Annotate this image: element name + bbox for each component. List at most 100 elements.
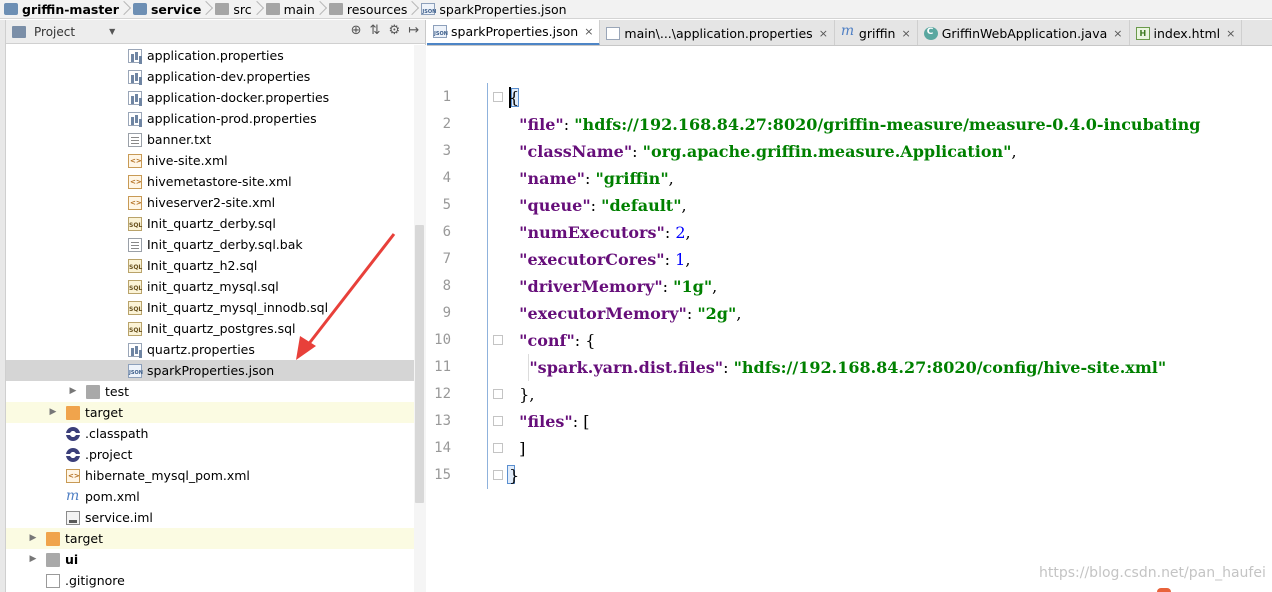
tree-item[interactable]: application-prod.properties	[6, 108, 414, 129]
red-decoration	[1157, 588, 1171, 592]
tree-item[interactable]: application-dev.properties	[6, 66, 414, 87]
close-icon[interactable]: ×	[584, 25, 593, 38]
tree-item[interactable]: application.properties	[6, 45, 414, 66]
tree-item[interactable]: hive-site.xml	[6, 150, 414, 171]
hide-icon[interactable]: ↦	[408, 23, 419, 38]
code-line[interactable]: },	[509, 381, 534, 408]
breadcrumb-item[interactable]: sparkProperties.json	[417, 0, 569, 18]
fold-marker-icon[interactable]	[493, 335, 503, 345]
code-line[interactable]: "file": "hdfs://192.168.84.27:8020/griff…	[509, 111, 1200, 138]
project-scrollbar-thumb[interactable]	[415, 225, 424, 503]
tree-item[interactable]: sparkProperties.json	[6, 360, 414, 381]
chevron-right-icon[interactable]: ▶	[48, 402, 58, 423]
gear-icon[interactable]: ⚙	[388, 23, 400, 38]
locate-icon[interactable]: ⊕	[351, 23, 362, 38]
line-number: 12	[434, 386, 451, 402]
tree-item-label: hibernate_mysql_pom.xml	[85, 468, 250, 483]
chevron-right-icon[interactable]: ▶	[68, 381, 78, 402]
tree-item[interactable]: .project	[6, 444, 414, 465]
code-line[interactable]: "conf": {	[509, 327, 595, 354]
fold-marker-icon[interactable]	[493, 416, 503, 426]
code-line[interactable]: {	[509, 84, 519, 111]
breadcrumb-item[interactable]: resources	[325, 0, 411, 18]
breadcrumb-item[interactable]: src	[211, 0, 254, 18]
tree-item-label: pom.xml	[85, 489, 140, 504]
line-number: 11	[434, 359, 451, 375]
fold-marker-icon[interactable]	[493, 92, 503, 102]
editor-tab[interactable]: index.html ×	[1129, 20, 1243, 45]
tree-item-label: init_quartz_mysql.sql	[147, 279, 279, 294]
code-token: "hdfs://192.168.84.27:8020/griffin-measu…	[574, 115, 1201, 134]
eclipse-icon	[66, 427, 80, 441]
tree-item-label: ui	[65, 552, 79, 567]
code-token: :	[664, 250, 676, 269]
tree-item-label: target	[65, 531, 104, 546]
code-line[interactable]: }	[509, 462, 519, 489]
tree-item[interactable]: banner.txt	[6, 129, 414, 150]
breadcrumb-item[interactable]: main	[262, 0, 318, 18]
code-token: "className"	[519, 142, 633, 161]
close-icon[interactable]: ×	[1113, 27, 1122, 40]
tree-item[interactable]: .gitignore	[6, 570, 414, 591]
sql-file-icon	[128, 259, 142, 273]
tree-item[interactable]: ▶ ui	[6, 549, 414, 570]
project-panel-header[interactable]: Project ▼ ⊕ ⇅ ⚙ ↦	[6, 20, 425, 44]
tree-item[interactable]: application-docker.properties	[6, 87, 414, 108]
line-number: 2	[442, 116, 451, 132]
tree-item-label: application-dev.properties	[147, 69, 311, 84]
code-line[interactable]: "executorCores": 1,	[509, 246, 690, 273]
chevron-right-icon[interactable]: ▶	[28, 549, 38, 570]
code-line[interactable]: "spark.yarn.dist.files": "hdfs://192.168…	[509, 354, 1166, 381]
tree-item[interactable]: ▶ test	[6, 381, 414, 402]
code-line[interactable]: "name": "griffin",	[509, 165, 674, 192]
close-icon[interactable]: ×	[819, 27, 828, 40]
editor-tab[interactable]: main\...\application.properties ×	[600, 20, 835, 45]
collapse-icon[interactable]: ⇅	[370, 23, 381, 38]
tree-item[interactable]: hiveserver2-site.xml	[6, 192, 414, 213]
editor-tab[interactable]: griffin ×	[834, 20, 918, 45]
close-icon[interactable]: ×	[901, 27, 910, 40]
tree-item-label: Init_quartz_h2.sql	[147, 258, 258, 273]
code-line[interactable]: "driverMemory": "1g",	[509, 273, 717, 300]
breadcrumb-item[interactable]: griffin-master	[0, 0, 122, 18]
breadcrumb-item[interactable]: service	[129, 0, 204, 18]
code-line[interactable]: "files": [	[509, 408, 589, 435]
tree-item[interactable]: ▶ target	[6, 528, 414, 549]
fold-marker-icon[interactable]	[493, 470, 503, 480]
fold-marker-icon[interactable]	[493, 443, 503, 453]
chevron-right-icon[interactable]: ▶	[28, 528, 38, 549]
code-line[interactable]: "numExecutors": 2,	[509, 219, 690, 246]
tree-item[interactable]: pom.xml	[6, 486, 414, 507]
code-line[interactable]: "queue": "default",	[509, 192, 686, 219]
tree-item-label: application-prod.properties	[147, 111, 317, 126]
breadcrumb-label: resources	[346, 1, 408, 17]
tree-item[interactable]: service.iml	[6, 507, 414, 528]
tree-item[interactable]: hivemetastore-site.xml	[6, 171, 414, 192]
folder-icon	[46, 553, 60, 567]
tree-item[interactable]: hibernate_mysql_pom.xml	[6, 465, 414, 486]
code-line[interactable]: ]	[509, 435, 525, 462]
editor-tab[interactable]: sparkProperties.json ×	[427, 20, 601, 45]
tree-item[interactable]: Init_quartz_derby.sql	[6, 213, 414, 234]
properties-file-icon	[128, 343, 142, 357]
tree-item-label: Init_quartz_derby.sql.bak	[147, 237, 303, 252]
json-file-icon	[433, 25, 448, 38]
code-editor[interactable]: 1 2 3 4 5 6 7 8 9 10 11 12 13 14 15 { "file": "hdfs://…	[427, 47, 1272, 592]
tree-item[interactable]: .classpath	[6, 423, 414, 444]
code-token: :	[686, 304, 698, 323]
breadcrumb-separator-icon	[204, 0, 211, 18]
fold-marker-icon[interactable]	[493, 389, 503, 399]
editor-tab-label: main\...\application.properties	[624, 25, 813, 41]
editor-tab-label: griffin	[858, 25, 896, 41]
tree-item-label: application.properties	[147, 48, 284, 63]
editor-tab[interactable]: GriffinWebApplication.java ×	[917, 20, 1130, 45]
code-line[interactable]: "className": "org.apache.griffin.measure…	[509, 138, 1017, 165]
chevron-down-icon[interactable]: ▼	[109, 27, 115, 36]
code-token: ,	[1011, 142, 1017, 161]
close-icon[interactable]: ×	[1226, 27, 1235, 40]
code-line[interactable]: "executorMemory": "2g",	[509, 300, 741, 327]
code-token: :	[632, 142, 643, 161]
tree-item[interactable]: ▶ target	[6, 402, 414, 423]
